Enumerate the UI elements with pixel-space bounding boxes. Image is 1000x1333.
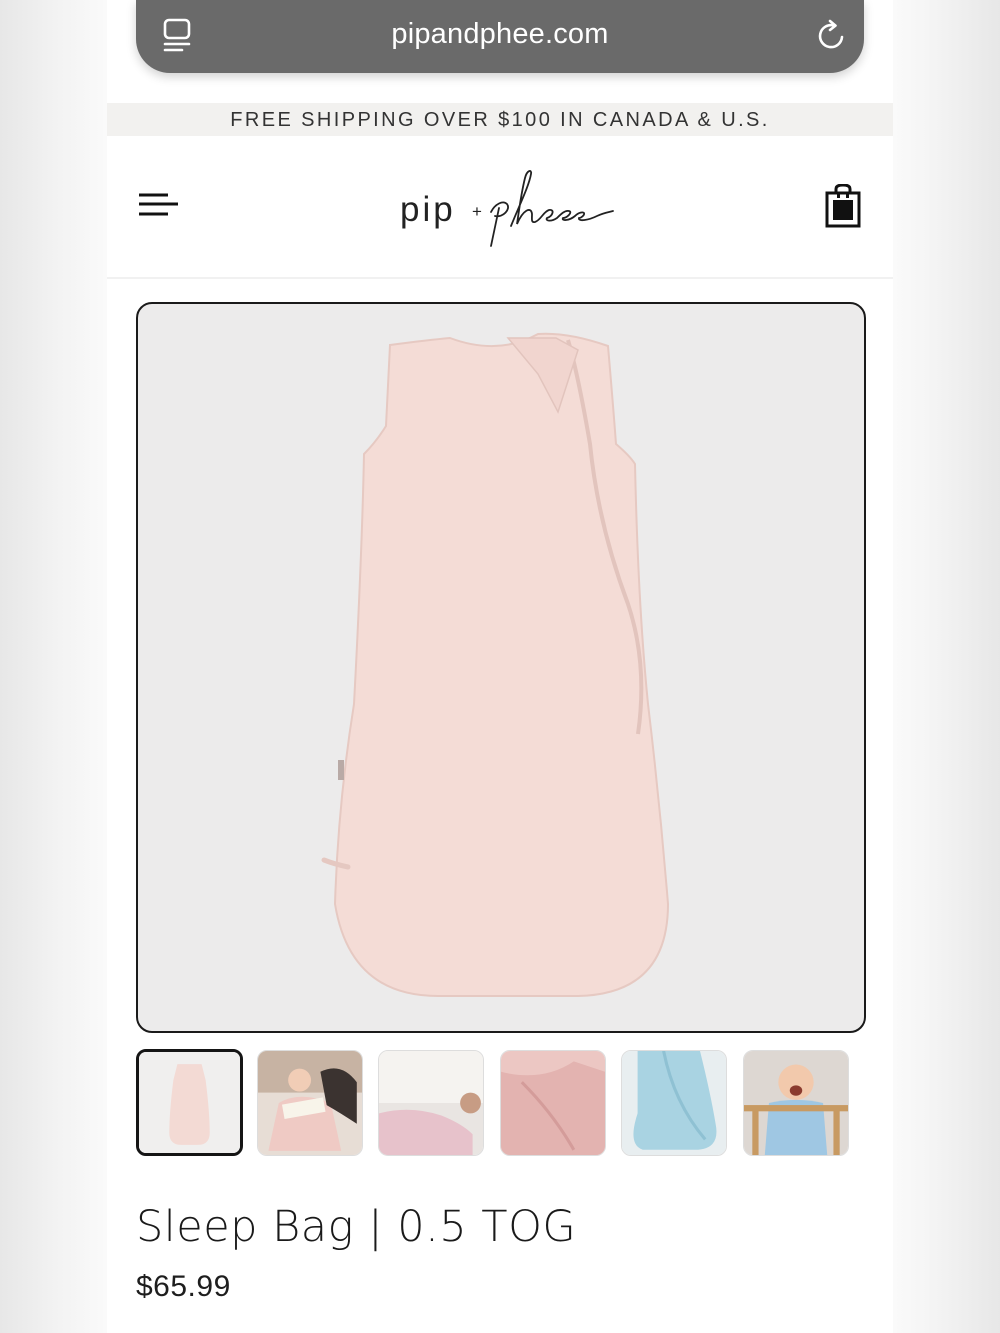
thumbnail-2-image [258,1051,362,1155]
logo-pip: pip [400,190,456,229]
brand-logo[interactable]: pip + [393,166,614,248]
url-text: pipandphee.com [391,18,609,50]
reload-icon[interactable] [816,18,848,52]
thumbnail-3-image [379,1051,483,1155]
address-bar[interactable]: pipandphee.com [136,0,864,73]
product-title: Sleep Bag | 0.5 TOG [136,1202,577,1252]
thumbnail-1[interactable] [136,1049,243,1156]
thumbnail-5-image [622,1051,726,1155]
announcement-banner: FREE SHIPPING OVER $100 IN CANADA & U.S. [107,103,893,136]
shopping-bag-icon[interactable] [825,184,861,228]
thumbnail-4[interactable] [500,1050,606,1156]
hamburger-menu-icon[interactable] [138,192,180,222]
thumbnail-4-image [501,1051,605,1155]
thumbnail-1-image [139,1052,240,1153]
logo-plus: + [472,202,482,221]
site-header: pip + [107,136,893,279]
thumbnail-6[interactable] [743,1050,849,1156]
logo-phee-script [490,170,614,247]
banner-text: FREE SHIPPING OVER $100 IN CANADA & U.S. [230,109,770,131]
thumbnail-2[interactable] [257,1050,363,1156]
product-price: $65.99 [136,1270,231,1303]
thumbnail-5[interactable] [621,1050,727,1156]
sleep-bag-illustration [321,332,670,997]
thumbnail-3[interactable] [378,1050,484,1156]
thumbnail-6-image [744,1051,848,1155]
main-product-image[interactable] [136,302,866,1033]
